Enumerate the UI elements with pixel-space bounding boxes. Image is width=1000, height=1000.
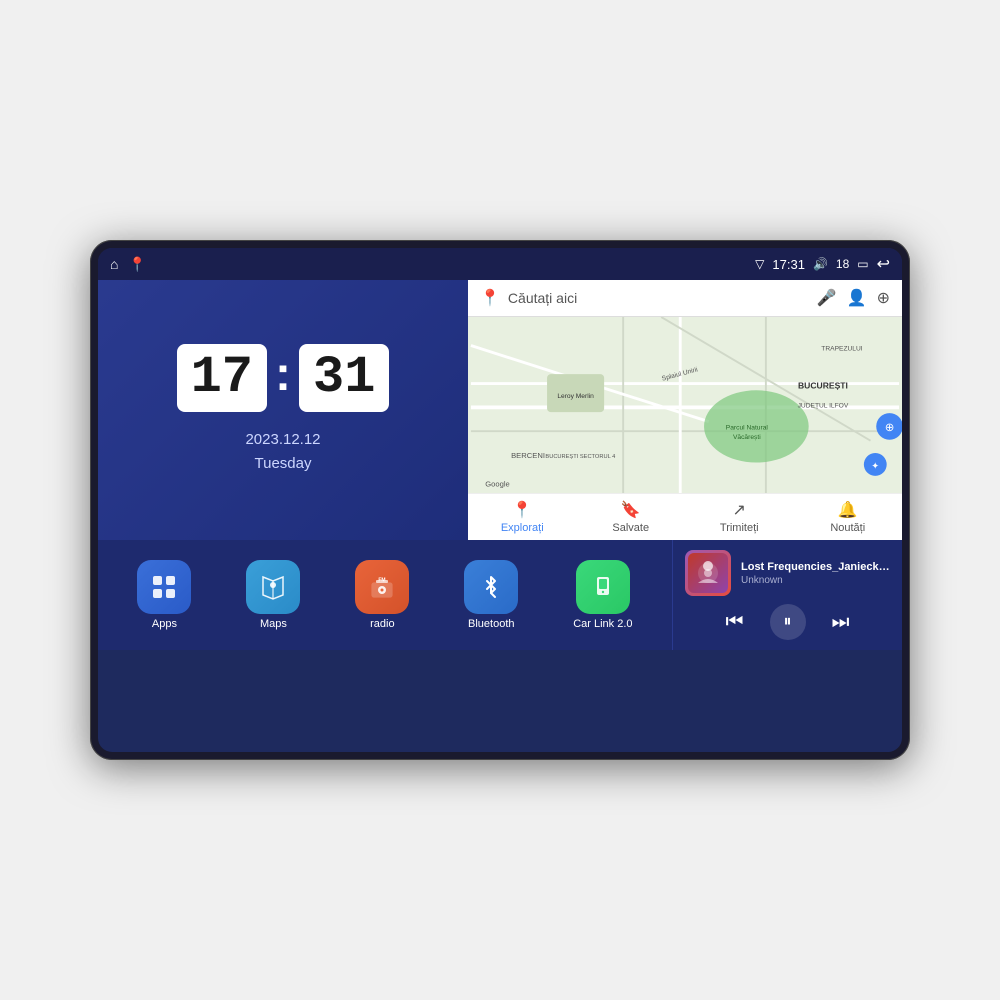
status-left-icons: ⌂ 📍 <box>110 256 146 273</box>
layers-icon[interactable]: ⊕ <box>877 288 890 308</box>
clock-minute: 31 <box>299 344 389 412</box>
news-label: Noutăți <box>830 522 865 534</box>
app-item-maps[interactable]: Maps <box>246 560 300 630</box>
maps-label: Maps <box>260 618 287 630</box>
app-item-carlink[interactable]: Car Link 2.0 <box>573 560 632 630</box>
map-news-tab[interactable]: 🔔 Noutăți <box>794 500 903 534</box>
bottom-row: Apps Maps <box>98 540 902 650</box>
clock-colon: : <box>275 347 291 402</box>
device-screen: ⌂ 📍 ▽ 17:31 🔊 18 ▭ ↩ 17 : <box>98 248 902 752</box>
apps-label: Apps <box>152 618 177 630</box>
map-bottom-bar: 📍 Explorați 🔖 Salvate ↗ Trimiteți 🔔 <box>468 493 902 540</box>
volume-icon: 🔊 <box>813 257 828 271</box>
saved-label: Salvate <box>612 522 649 534</box>
apps-icon <box>137 560 191 614</box>
map-explore-tab[interactable]: 📍 Explorați <box>468 500 577 534</box>
maps-icon[interactable]: 📍 <box>128 256 145 273</box>
explore-label: Explorați <box>501 522 544 534</box>
signal-icon: ▽ <box>755 257 764 271</box>
svg-text:BUCUREȘTI: BUCUREȘTI <box>798 380 848 390</box>
status-time: 17:31 <box>772 257 805 272</box>
map-panel[interactable]: 📍 Căutați aici 🎤 👤 ⊕ <box>468 280 902 540</box>
radio-label: radio <box>370 618 394 630</box>
svg-text:Google: Google <box>485 479 510 488</box>
carlink-app-icon <box>576 560 630 614</box>
music-controls: ⏮ ⏸ ⏭ <box>685 604 890 640</box>
music-panel: Lost Frequencies_Janieck Devy-... Unknow… <box>672 540 902 650</box>
status-right-info: ▽ 17:31 🔊 18 ▭ ↩ <box>755 254 890 274</box>
volume-level: 18 <box>836 257 849 271</box>
svg-text:BERCENI: BERCENI <box>511 451 545 460</box>
account-icon[interactable]: 👤 <box>847 288 867 308</box>
map-body[interactable]: Parcul Natural Văcărești Leroy Merlin BU… <box>468 317 902 493</box>
next-button[interactable]: ⏭ <box>826 609 856 636</box>
clock-date: 2023.12.12 Tuesday <box>245 428 320 476</box>
svg-text:Parcul Natural: Parcul Natural <box>726 424 769 431</box>
clock-hour: 17 <box>177 344 267 412</box>
mic-icon[interactable]: 🎤 <box>817 288 837 308</box>
apps-section: Apps Maps <box>98 540 672 650</box>
radio-app-icon: FM <box>355 560 409 614</box>
music-info: Lost Frequencies_Janieck Devy-... Unknow… <box>741 561 890 586</box>
clock-display: 17 : 31 <box>177 344 390 412</box>
car-head-unit: ⌂ 📍 ▽ 17:31 🔊 18 ▭ ↩ 17 : <box>90 240 910 760</box>
main-content: 17 : 31 2023.12.12 Tuesday 📍 Căutați aic… <box>98 280 902 752</box>
carlink-label: Car Link 2.0 <box>573 618 632 630</box>
music-top: Lost Frequencies_Janieck Devy-... Unknow… <box>685 550 890 596</box>
map-send-tab[interactable]: ↗ Trimiteți <box>685 500 794 534</box>
svg-text:JUDEȚUL ILFOV: JUDEȚUL ILFOV <box>798 402 849 409</box>
back-icon[interactable]: ↩ <box>877 254 890 274</box>
battery-icon: ▭ <box>857 257 868 271</box>
prev-button[interactable]: ⏮ <box>720 609 750 636</box>
svg-text:Leroy Merlin: Leroy Merlin <box>557 393 594 400</box>
home-icon[interactable]: ⌂ <box>110 256 118 272</box>
maps-app-icon <box>246 560 300 614</box>
map-search-bar[interactable]: 📍 Căutați aici 🎤 👤 ⊕ <box>468 280 902 317</box>
music-title: Lost Frequencies_Janieck Devy-... <box>741 561 890 573</box>
app-item-apps[interactable]: Apps <box>137 560 191 630</box>
svg-text:⊕: ⊕ <box>885 422 895 434</box>
svg-text:FM: FM <box>379 578 386 584</box>
app-item-radio[interactable]: FM radio <box>355 560 409 630</box>
app-item-bluetooth[interactable]: Bluetooth <box>464 560 518 630</box>
send-label: Trimiteți <box>720 522 759 534</box>
svg-text:✦: ✦ <box>871 461 879 472</box>
map-search-input[interactable]: Căutați aici <box>508 290 809 306</box>
play-pause-button[interactable]: ⏸ <box>770 604 806 640</box>
clock-day-value: Tuesday <box>245 452 320 476</box>
svg-text:BUCUREȘTI SECTORUL 4: BUCUREȘTI SECTORUL 4 <box>545 454 615 460</box>
music-artist: Unknown <box>741 575 890 586</box>
explore-icon: 📍 <box>512 500 532 520</box>
send-icon: ↗ <box>733 500 746 520</box>
music-thumbnail <box>685 550 731 596</box>
map-pin-icon: 📍 <box>480 288 500 308</box>
map-saved-tab[interactable]: 🔖 Salvate <box>577 500 686 534</box>
map-search-actions: 🎤 👤 ⊕ <box>817 288 890 308</box>
clock-panel: 17 : 31 2023.12.12 Tuesday <box>98 280 468 540</box>
bluetooth-label: Bluetooth <box>468 618 514 630</box>
status-bar: ⌂ 📍 ▽ 17:31 🔊 18 ▭ ↩ <box>98 248 902 280</box>
svg-text:TRAPEZULUI: TRAPEZULUI <box>821 345 862 352</box>
saved-icon: 🔖 <box>621 500 641 520</box>
clock-date-value: 2023.12.12 <box>245 428 320 452</box>
svg-text:Văcărești: Văcărești <box>733 434 761 441</box>
top-row: 17 : 31 2023.12.12 Tuesday 📍 Căutați aic… <box>98 280 902 540</box>
news-icon: 🔔 <box>838 500 858 520</box>
bluetooth-app-icon <box>464 560 518 614</box>
map-svg: Parcul Natural Văcărești Leroy Merlin BU… <box>468 317 902 493</box>
